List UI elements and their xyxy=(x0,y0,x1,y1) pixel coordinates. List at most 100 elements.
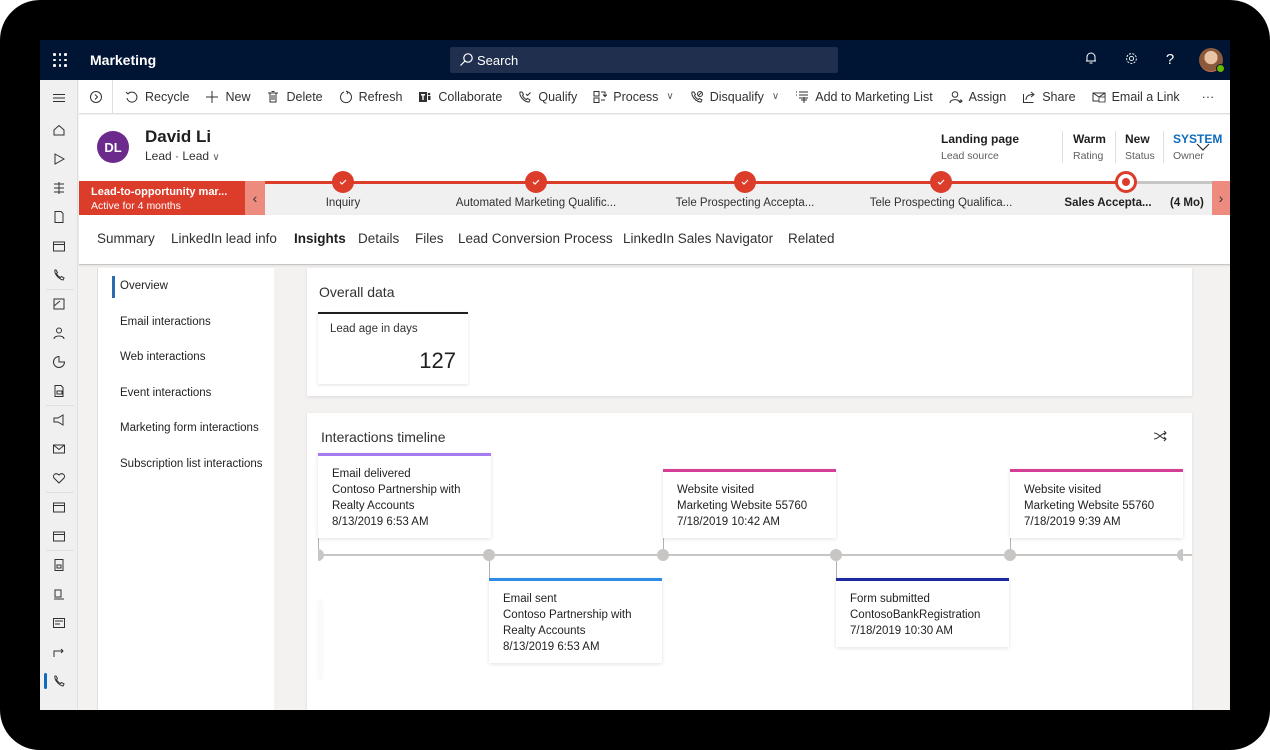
timeline-event-card[interactable]: Email sent Contoso Partnership with Realty… xyxy=(489,578,662,663)
registration-icon[interactable] xyxy=(40,551,78,579)
command-share-button[interactable]: Share xyxy=(1014,80,1083,114)
header-field-status: New Status xyxy=(1125,132,1155,162)
stage-label[interactable]: Sales Accepta... xyxy=(1064,197,1151,209)
form-selector[interactable]: Lead · Lead ∨ xyxy=(145,149,220,163)
tab-summary[interactable]: Summary xyxy=(97,231,155,246)
session-calendar-icon[interactable] xyxy=(40,522,78,550)
stage-complete-check-icon[interactable] xyxy=(734,171,756,193)
business-process-flow: Lead-to-opportunity mar... Active for 4 … xyxy=(79,171,1230,215)
stage-complete-check-icon[interactable] xyxy=(930,171,952,193)
command-qualify-button[interactable]: Qualify xyxy=(510,80,585,114)
command-disqualify-button[interactable]: Disqualify ∨ xyxy=(682,80,788,114)
insights-nav-subscription-list-interactions[interactable]: Subscription list interactions xyxy=(120,458,263,470)
command-label: Assign xyxy=(968,89,1007,104)
documents-icon[interactable] xyxy=(40,203,78,231)
command-email-a-link-button[interactable]: Email a Link xyxy=(1084,80,1188,114)
next-stage-chevron-icon[interactable]: › xyxy=(1212,181,1230,215)
tab-linkedin-sales-navigator[interactable]: LinkedIn Sales Navigator xyxy=(623,231,773,246)
timeline-event-card[interactable]: Website visited Marketing Website 55760 7/… xyxy=(1010,469,1183,538)
redirect-icon[interactable] xyxy=(40,638,78,666)
help-icon[interactable]: ? xyxy=(1161,51,1179,69)
tab-related[interactable]: Related xyxy=(788,231,835,246)
record-header: DL David Li Lead · Lead ∨ Landing page Le… xyxy=(79,115,1230,265)
command-delete-button[interactable]: Delete xyxy=(258,80,330,114)
command-refresh-button[interactable]: Refresh xyxy=(331,80,411,114)
hamburger-menu-icon[interactable] xyxy=(40,84,78,112)
timeline-event-card[interactable]: Form submitted ContosoBankRegistration 7/1… xyxy=(836,578,1009,647)
insights-nav-event-interactions[interactable]: Event interactions xyxy=(120,387,211,399)
tab-files[interactable]: Files xyxy=(415,231,444,246)
command-new-button[interactable]: New xyxy=(197,80,258,114)
pinned-icon[interactable] xyxy=(40,174,78,202)
stage-complete-check-icon[interactable] xyxy=(332,171,354,193)
timeline-node xyxy=(483,549,495,561)
person-icon[interactable] xyxy=(40,319,78,347)
interactions-timeline-card: Interactions timeline Email delivered Con… xyxy=(307,413,1192,710)
divider xyxy=(1163,131,1164,163)
stage-label[interactable]: Tele Prospecting Accepta... xyxy=(676,197,815,209)
megaphone-icon[interactable] xyxy=(40,406,78,434)
heart-icon[interactable] xyxy=(40,464,78,492)
command-label: Delete xyxy=(286,89,323,104)
add-list-icon xyxy=(795,90,809,104)
timeline-node xyxy=(1004,549,1016,561)
insights-nav-email-interactions[interactable]: Email interactions xyxy=(120,316,211,328)
command-process-button[interactable]: Process ∨ xyxy=(585,80,681,114)
process-icon xyxy=(593,90,608,104)
shuffle-icon[interactable] xyxy=(1152,428,1168,444)
stage-label[interactable]: Automated Marketing Qualific... xyxy=(456,197,616,209)
stage-label[interactable]: Tele Prospecting Qualifica... xyxy=(870,197,1013,209)
insights-nav: Overview Email interactions Web interactio… xyxy=(97,268,274,710)
timeline-node xyxy=(1177,549,1183,561)
booth-icon[interactable] xyxy=(40,580,78,608)
active-process[interactable]: Lead-to-opportunity mar... Active for 4 … xyxy=(79,181,245,215)
tab-lead-conversion-process[interactable]: Lead Conversion Process xyxy=(458,231,613,246)
back-button[interactable] xyxy=(79,79,113,114)
previous-stage-chevron-icon[interactable]: ‹ xyxy=(245,181,265,215)
chevron-down-icon[interactable]: ∨ xyxy=(772,91,779,102)
tab-details[interactable]: Details xyxy=(358,231,399,246)
contact-card-icon[interactable] xyxy=(40,290,78,318)
command-label: Qualify xyxy=(538,89,578,104)
home-icon[interactable] xyxy=(40,116,78,144)
current-stage-icon[interactable] xyxy=(1115,171,1137,193)
event-calendar-icon[interactable] xyxy=(40,493,78,521)
app-title[interactable]: Marketing xyxy=(90,52,156,68)
timeline-event-card[interactable]: Website visited Marketing Website 55760 7/… xyxy=(663,469,836,538)
kpi-tile-lead-age: Lead age in days 127 xyxy=(318,312,468,384)
tab-insights[interactable]: Insights xyxy=(294,231,346,246)
app-window: Marketing Search ? Recycle New Delete Refre… xyxy=(40,40,1230,710)
insights-nav-marketing-form-interactions[interactable]: Marketing form interactions xyxy=(120,422,259,434)
phone-icon[interactable] xyxy=(40,261,78,289)
command-recycle-button[interactable]: Recycle xyxy=(117,80,197,114)
lead-doc-icon[interactable] xyxy=(40,377,78,405)
forms-icon[interactable] xyxy=(40,609,78,637)
command-collaborate-button[interactable]: Collaborate xyxy=(410,80,510,114)
event-date: 8/13/2019 6:53 AM xyxy=(503,641,600,653)
chevron-down-icon[interactable]: ∨ xyxy=(666,91,673,102)
recent-play-icon[interactable] xyxy=(40,145,78,173)
stage-label[interactable]: Inquiry xyxy=(326,197,361,209)
segments-icon[interactable] xyxy=(40,348,78,376)
recycle-icon xyxy=(125,90,139,104)
command-more-button[interactable]: ··· xyxy=(1194,80,1223,114)
mail-icon[interactable] xyxy=(40,435,78,463)
settings-icon[interactable] xyxy=(1122,51,1140,69)
command-label: New xyxy=(225,89,251,104)
tab-linkedin-lead-info[interactable]: LinkedIn lead info xyxy=(171,231,277,246)
search-box[interactable]: Search xyxy=(450,47,838,73)
calendar-grid-icon[interactable] xyxy=(40,232,78,260)
stage-complete-check-icon[interactable] xyxy=(525,171,547,193)
command-assign-button[interactable]: Assign xyxy=(941,80,1015,114)
command-add-to-marketing-list-button[interactable]: Add to Marketing List xyxy=(787,80,940,114)
notifications-icon[interactable] xyxy=(1082,51,1100,69)
search-placeholder: Search xyxy=(477,53,519,68)
app-launcher-icon[interactable] xyxy=(50,50,70,70)
timeline-event-card[interactable]: Email delivered Contoso Partnership with R… xyxy=(318,453,491,538)
timeline-node xyxy=(318,549,324,561)
insights-nav-overview[interactable]: Overview xyxy=(120,280,168,292)
insights-nav-web-interactions[interactable]: Web interactions xyxy=(120,351,205,363)
card-title: Overall data xyxy=(319,284,395,300)
expand-header-chevron-icon[interactable] xyxy=(1196,139,1210,155)
timeline-node xyxy=(657,549,669,561)
